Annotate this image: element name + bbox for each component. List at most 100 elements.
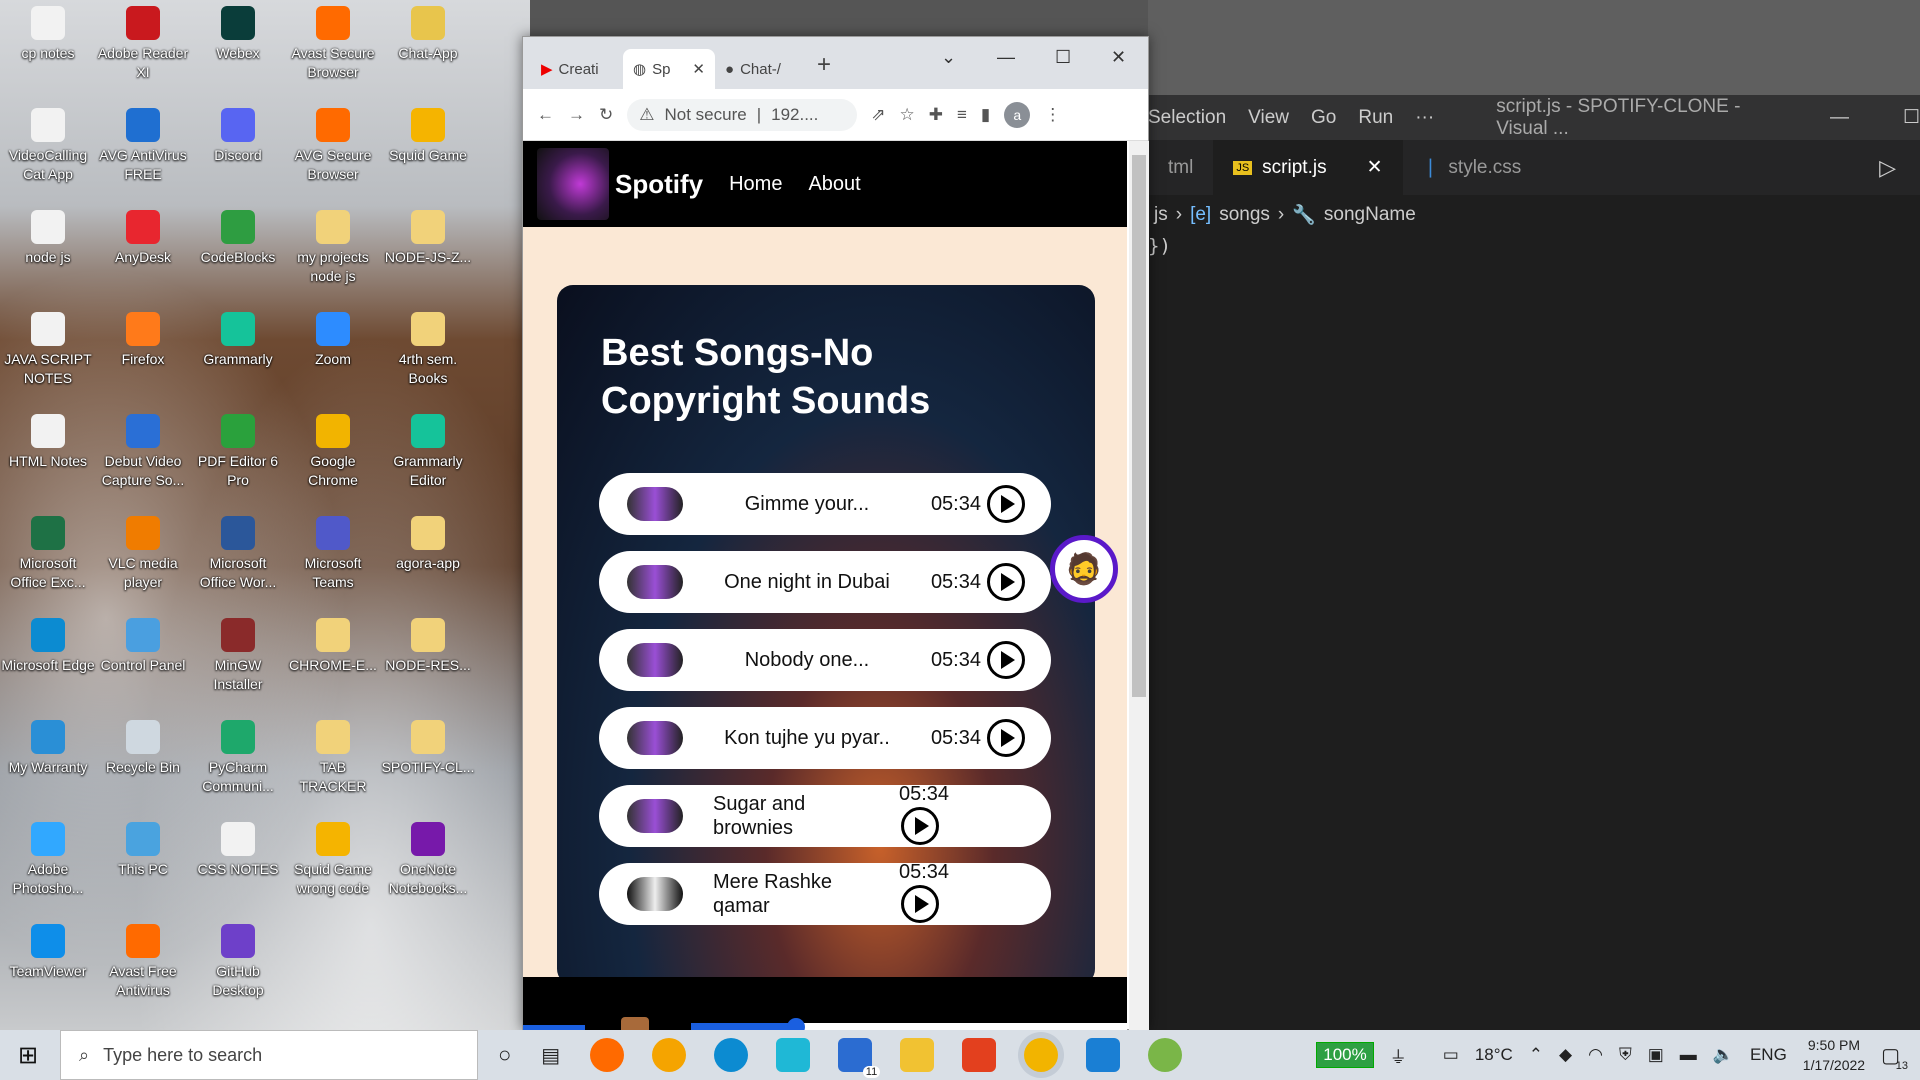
task-view-icon[interactable]: ▤	[541, 1043, 560, 1068]
launcher-l-icon[interactable]	[776, 1038, 811, 1072]
desktop-icon[interactable]: Adobe Photosho...	[0, 816, 96, 898]
chrome-profile-icon[interactable]	[1148, 1038, 1183, 1072]
desktop-icon[interactable]: Squid Game wrong code	[285, 816, 381, 898]
song-item[interactable]: Nobody one... 05:34	[599, 629, 1051, 691]
reload-icon[interactable]: ↻	[599, 105, 613, 125]
desktop-icon[interactable]: AnyDesk	[95, 204, 191, 267]
desktop-icon[interactable]: my projects node js	[285, 204, 381, 286]
desktop-icon[interactable]: 4rth sem. Books	[380, 306, 476, 388]
shield-icon[interactable]: ⛨	[1619, 1045, 1632, 1065]
desktop-icon[interactable]: Google Chrome	[285, 408, 381, 490]
breadcrumb-item[interactable]: songName	[1324, 204, 1416, 226]
windows-start-icon[interactable]: ⊞	[18, 1041, 38, 1070]
menu-view[interactable]: View	[1248, 107, 1289, 129]
minimize-icon[interactable]: —	[1830, 107, 1849, 129]
desktop-icon[interactable]: node js	[0, 204, 96, 267]
language-indicator[interactable]: ENG	[1750, 1045, 1787, 1065]
desktop-icon[interactable]: GitHub Desktop	[190, 918, 286, 1000]
taskbar-search[interactable]: ⌕ Type here to search	[60, 1030, 478, 1080]
desktop-icon[interactable]: Avast Secure Browser	[285, 0, 381, 82]
desktop-icon[interactable]: AVG AntiVirus FREE	[95, 102, 191, 184]
desktop-icon[interactable]: TeamViewer	[0, 918, 96, 981]
scrollbar-thumb[interactable]	[1132, 155, 1146, 697]
breadcrumb-item[interactable]: js	[1154, 204, 1168, 226]
desktop-icon[interactable]: Firefox	[95, 306, 191, 369]
desktop-icon[interactable]: OneNote Notebooks...	[380, 816, 476, 898]
desktop-icon[interactable]: Grammarly Editor	[380, 408, 476, 490]
desktop-icon[interactable]: Discord	[190, 102, 286, 165]
file-explorer-icon[interactable]	[900, 1038, 935, 1072]
desktop-icon[interactable]: NODE-JS-Z...	[380, 204, 476, 267]
desktop-icon[interactable]: HTML Notes	[0, 408, 96, 471]
wifi-icon[interactable]: ◠	[1588, 1045, 1603, 1065]
tab-search-icon[interactable]: ⌄	[941, 47, 956, 68]
play-icon[interactable]	[901, 885, 939, 923]
volume-icon[interactable]: 🔈	[1713, 1045, 1734, 1065]
desktop-icon[interactable]: Microsoft Edge	[0, 612, 96, 675]
office-icon[interactable]	[962, 1038, 997, 1072]
desktop-icon[interactable]: This PC	[95, 816, 191, 879]
desktop-icon[interactable]: cp notes	[0, 0, 96, 63]
vscode-taskbar-icon[interactable]	[1086, 1038, 1121, 1072]
avg-browser-icon[interactable]	[652, 1038, 687, 1072]
notification-icon[interactable]: ▢ 13	[1881, 1043, 1908, 1072]
cortana-icon[interactable]: ○	[498, 1042, 511, 1068]
desktop-icon[interactable]: Chat-App	[380, 0, 476, 63]
desktop-icon[interactable]: Microsoft Office Wor...	[190, 510, 286, 592]
side-panel-icon[interactable]: ▮	[981, 105, 990, 125]
desktop-icon[interactable]: VideoCalling Cat App	[0, 102, 96, 184]
play-icon[interactable]	[987, 641, 1025, 679]
back-icon[interactable]: ←	[537, 105, 554, 125]
run-icon[interactable]: ▷	[1879, 155, 1896, 181]
weather-icon[interactable]: ▭	[1443, 1045, 1459, 1065]
desktop-icon[interactable]: CHROME-E...	[285, 612, 381, 675]
page-scrollbar[interactable]	[1129, 141, 1149, 1031]
play-icon[interactable]	[987, 563, 1025, 601]
song-item[interactable]: Kon tujhe yu pyar.. 05:34	[599, 707, 1051, 769]
floating-avatar-icon[interactable]: 🧔	[1050, 535, 1118, 603]
desktop-icon[interactable]: AVG Secure Browser	[285, 102, 381, 184]
battery-indicator[interactable]: 100%	[1316, 1042, 1374, 1068]
edge-icon[interactable]	[714, 1038, 749, 1072]
desktop-icon[interactable]: Zoom	[285, 306, 381, 369]
close-window-icon[interactable]: ✕	[1111, 47, 1126, 68]
chrome-taskbar-icon[interactable]	[1024, 1038, 1059, 1072]
desktop-icon[interactable]: JAVA SCRIPT NOTES	[0, 306, 96, 388]
share-icon[interactable]: ⇗	[871, 105, 885, 125]
tab-spotify[interactable]: ◍ Sp ✕	[623, 49, 715, 89]
menu-selection[interactable]: Selection	[1148, 107, 1226, 129]
song-item[interactable]: Gimme your... 05:34	[599, 473, 1051, 535]
chevron-up-icon[interactable]: ⌃	[1529, 1045, 1543, 1065]
desktop-icon[interactable]: Control Panel	[95, 612, 191, 675]
teams-tray-icon[interactable]: ◆	[1559, 1045, 1572, 1065]
media-icon[interactable]: ≡	[957, 105, 967, 125]
mail-icon[interactable]: 11	[838, 1038, 881, 1078]
song-item[interactable]: Mere Rashke qamar 05:34	[599, 861, 1051, 925]
clock[interactable]: 9:50 PM 1/17/2022	[1803, 1035, 1865, 1075]
nav-about[interactable]: About	[808, 173, 860, 196]
maximize-icon[interactable]: ☐	[1055, 47, 1071, 68]
battery-icon[interactable]: ▬	[1680, 1045, 1697, 1065]
play-icon[interactable]	[987, 485, 1025, 523]
tab-script-js[interactable]: JS script.js ✕	[1213, 140, 1403, 195]
new-tab-icon[interactable]: +	[817, 51, 831, 79]
desktop-icon[interactable]: Avast Free Antivirus	[95, 918, 191, 1000]
desktop-icon[interactable]: Microsoft Office Exc...	[0, 510, 96, 592]
desktop-icon[interactable]: NODE-RES...	[380, 612, 476, 675]
desktop-icon[interactable]: Squid Game	[380, 102, 476, 165]
address-bar[interactable]: ⚠ Not secure | 192....	[627, 98, 858, 131]
play-icon[interactable]	[987, 719, 1025, 757]
desktop-icon[interactable]: MinGW Installer	[190, 612, 286, 694]
code-line[interactable]: })	[1148, 235, 1920, 257]
bookmark-star-icon[interactable]: ☆	[900, 105, 915, 125]
song-item[interactable]: Sugar and brownies 05:34	[599, 783, 1051, 847]
desktop-icon[interactable]: Adobe Reader XI	[95, 0, 191, 82]
menu-run[interactable]: Run	[1358, 107, 1393, 129]
desktop-icon[interactable]: CodeBlocks	[190, 204, 286, 267]
menu-go[interactable]: Go	[1311, 107, 1336, 129]
desktop-icon[interactable]: PyCharm Communi...	[190, 714, 286, 796]
profile-avatar[interactable]: a	[1004, 101, 1031, 128]
menu-kebab-icon[interactable]: ⋮	[1044, 105, 1061, 125]
desktop-icon[interactable]: Microsoft Teams	[285, 510, 381, 592]
close-icon[interactable]: ✕	[1367, 156, 1383, 179]
